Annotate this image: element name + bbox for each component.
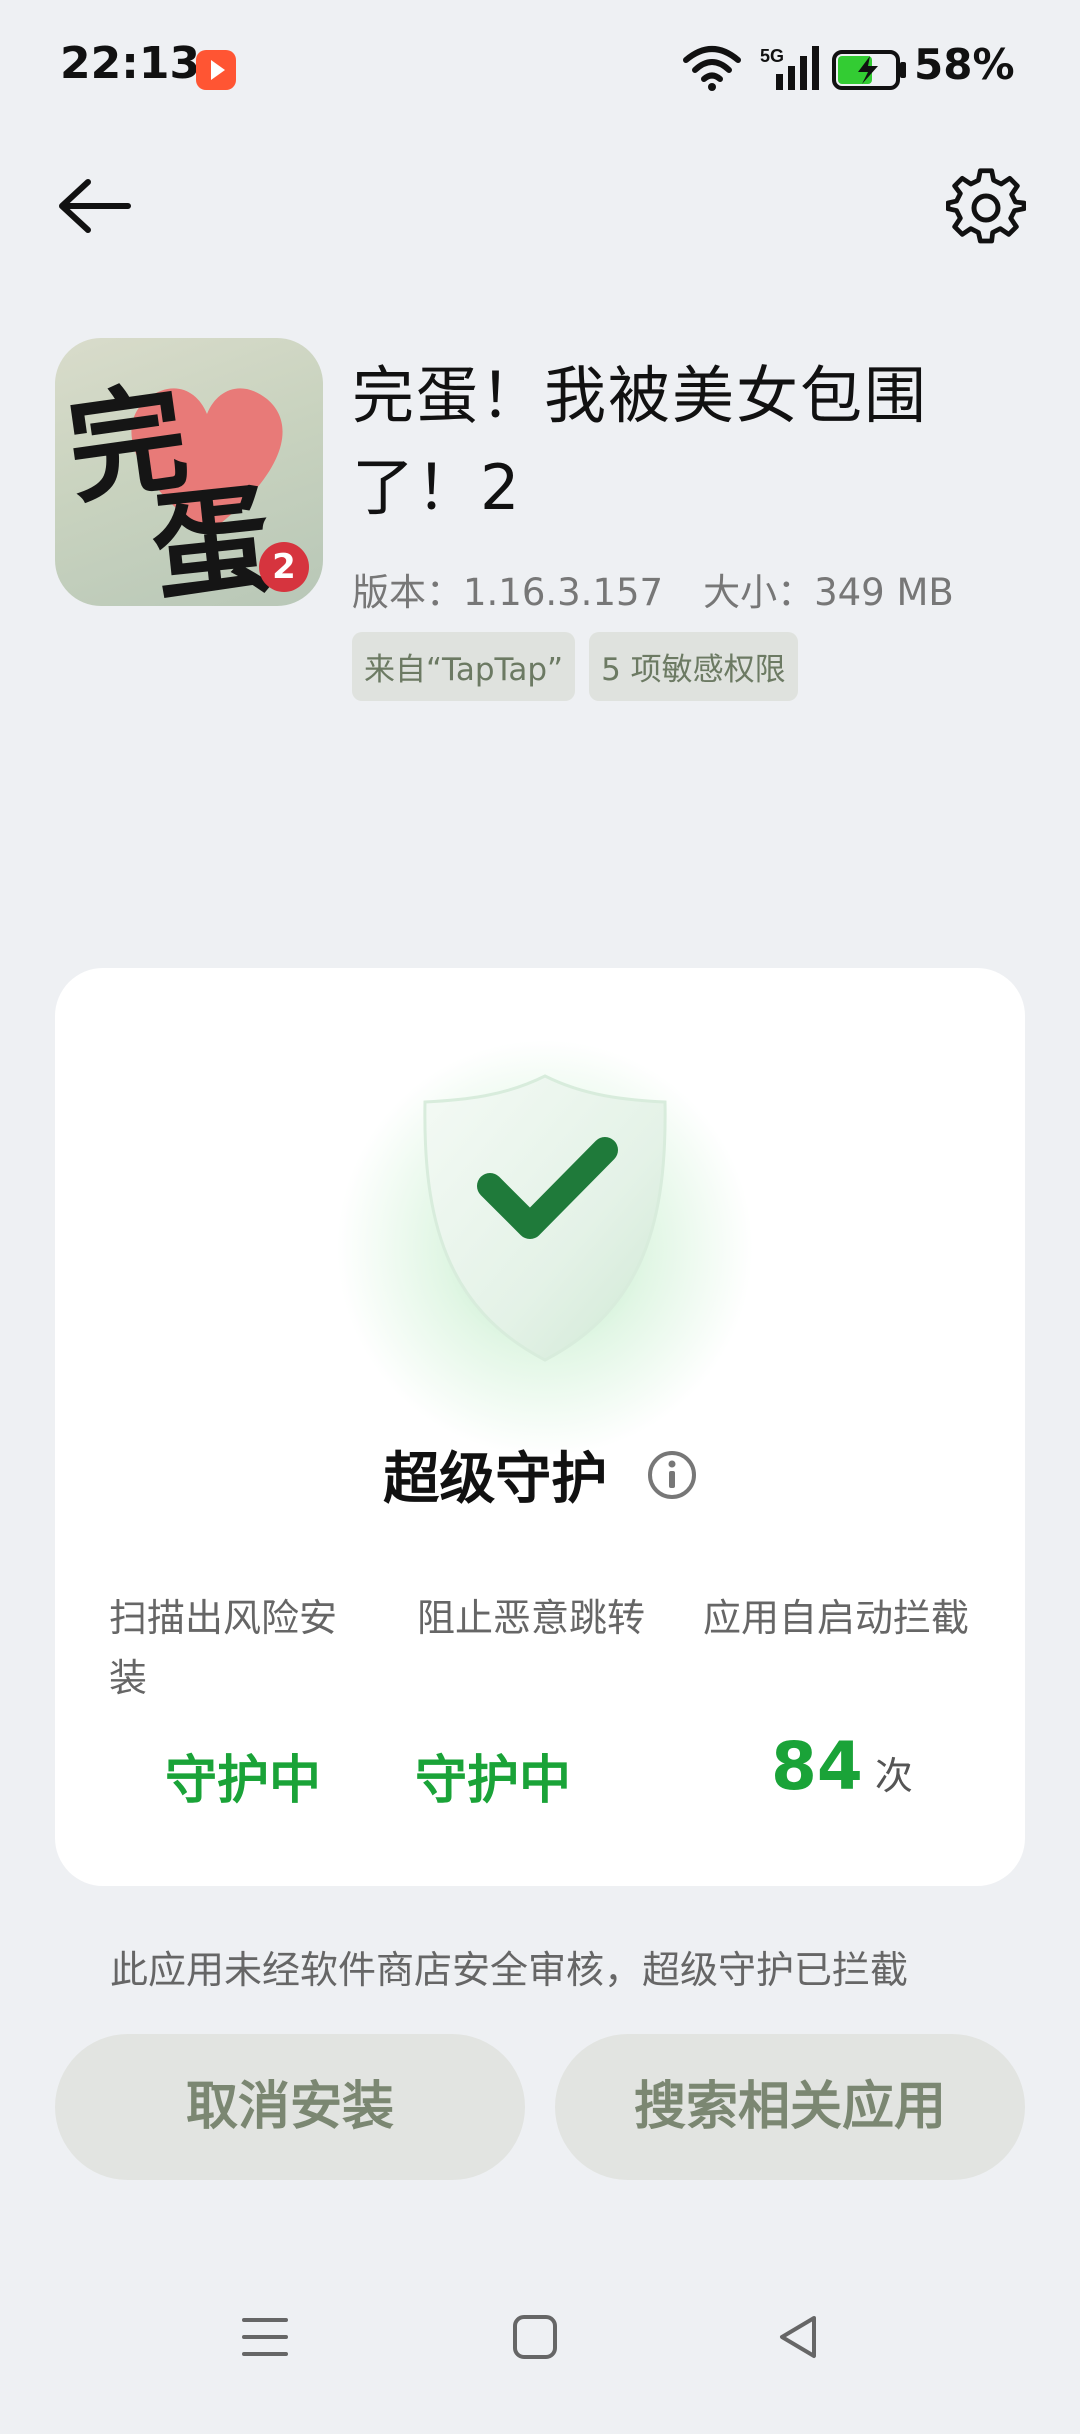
app-size: 大小：349 MB	[703, 571, 954, 614]
stat-malicious-redirect: 阻止恶意跳转 守护中	[415, 1588, 687, 1811]
protection-title: 超级守护	[55, 1434, 1025, 1515]
screen-record-icon	[196, 50, 236, 90]
app-icon-glyph-2: 蛋	[145, 468, 278, 606]
stat-risk-install: 扫描出风险安装 守护中	[109, 1588, 359, 1811]
cancel-install-button[interactable]: 取消安装	[55, 2034, 525, 2180]
shield-check-icon	[423, 1074, 667, 1362]
wifi-icon	[683, 46, 741, 91]
stat-value: 守护中	[415, 1751, 572, 1811]
protection-title-text: 超级守护	[383, 1447, 608, 1512]
battery-charging-icon	[832, 50, 906, 90]
menu-icon[interactable]	[240, 2312, 290, 2362]
system-nav-bar	[0, 2300, 1080, 2412]
permissions-chip[interactable]: 5 项敏感权限	[589, 632, 798, 701]
stat-label: 扫描出风险安装	[109, 1596, 338, 1700]
app-chips: 来自“TapTap” 5 项敏感权限	[352, 632, 798, 701]
source-chip[interactable]: 来自“TapTap”	[352, 632, 576, 701]
app-icon-badge: 2	[259, 542, 309, 592]
stat-value: 守护中	[165, 1751, 322, 1811]
network-type: 5G	[760, 46, 784, 66]
info-icon[interactable]	[647, 1450, 697, 1500]
app-icon: 完 蛋 2	[55, 338, 323, 606]
app-version: 版本：1.16.3.157	[352, 571, 664, 614]
status-time: 22:13	[60, 38, 201, 89]
back-triangle-icon[interactable]	[774, 2312, 824, 2362]
stat-autostart-block: 应用自启动拦截 84 次	[703, 1588, 973, 1805]
autostart-count: 84	[771, 1728, 863, 1805]
stat-value: 84 次	[771, 1728, 913, 1805]
settings-button[interactable]	[945, 168, 1027, 248]
status-bar: 22:13 5G 58%	[0, 0, 1080, 140]
app-title: 完蛋！我被美女包围了！2	[352, 359, 929, 524]
home-square-icon[interactable]	[510, 2312, 560, 2362]
back-button[interactable]	[56, 176, 136, 236]
stat-label: 应用自启动拦截	[703, 1596, 970, 1640]
signal-icon: 5G	[760, 46, 819, 90]
app-meta: 版本：1.16.3.157 大小：349 MB	[352, 562, 954, 616]
arrow-left-icon	[59, 179, 131, 233]
protection-card: 超级守护 扫描出风险安装 守护中 阻止恶意跳转 守护中 应用自启动拦截 84 次	[55, 968, 1025, 1886]
autostart-unit: 次	[874, 1754, 913, 1798]
security-notice: 此应用未经软件商店安全审核，超级守护已拦截	[110, 1948, 909, 1992]
search-related-apps-button[interactable]: 搜索相关应用	[555, 2034, 1025, 2180]
battery-percent: 58%	[914, 40, 1015, 89]
stat-label: 阻止恶意跳转	[417, 1596, 646, 1640]
gear-icon	[945, 168, 1027, 244]
